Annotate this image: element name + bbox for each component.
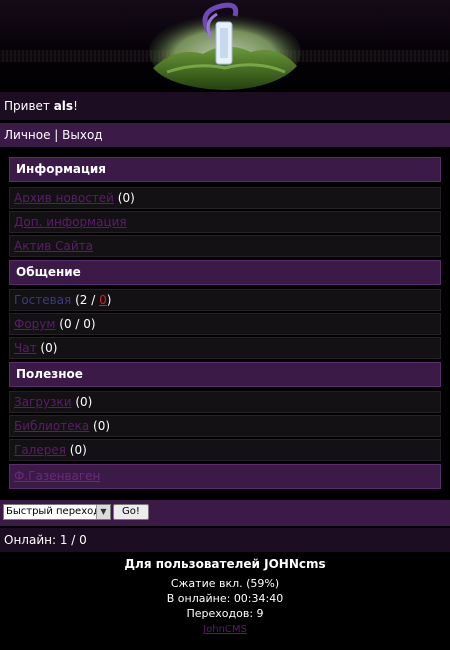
forum-count: (0 / 0) xyxy=(55,317,96,331)
footer-title: Для пользователей JOHNcms xyxy=(124,557,326,571)
quick-nav-bar: Быстрый переход ▼ Go! xyxy=(0,500,450,526)
greeting-prefix: Привет xyxy=(4,99,54,113)
extra-info-link[interactable]: Доп. информация xyxy=(14,215,127,229)
user-menu-bar: Личное | Выход xyxy=(0,123,450,147)
site-asset-link[interactable]: Актив Сайта xyxy=(14,239,93,253)
logout-link[interactable]: Выход xyxy=(62,128,102,142)
quick-nav-select[interactable]: Быстрый переход ▼ xyxy=(3,504,111,520)
site-footer: Для пользователей JOHNcms Сжатие вкл. (5… xyxy=(0,552,450,637)
main-menu-panel: Информация Архив новостей (0) Доп. инфор… xyxy=(5,150,445,495)
menu-item-news-archive: Архив новостей (0) xyxy=(9,187,441,209)
quick-nav-selected: Быстрый переход xyxy=(6,506,101,517)
menu-item-forum: Форум (0 / 0) xyxy=(9,313,441,335)
guestbook-count-open: (2 / xyxy=(71,293,100,307)
menu-item-chat: Чат (0) xyxy=(9,337,441,359)
chat-count: (0) xyxy=(36,341,58,355)
greeting-suffix: ! xyxy=(73,99,78,113)
gallery-link[interactable]: Галерея xyxy=(14,443,66,457)
menu-item-gallery: Галерея (0) xyxy=(9,439,441,461)
user-menu-separator: | xyxy=(50,128,63,142)
extra-link[interactable]: Ф.Газенваген xyxy=(14,469,100,483)
downloads-count: (0) xyxy=(71,395,93,409)
menu-item-downloads: Загрузки (0) xyxy=(9,391,441,413)
compression-status: Сжатие вкл. (59%) xyxy=(170,577,280,590)
news-archive-count: (0) xyxy=(113,191,135,205)
go-button[interactable]: Go! xyxy=(113,504,149,520)
menu-item-site-asset: Актив Сайта xyxy=(9,235,441,257)
library-count: (0) xyxy=(89,419,111,433)
downloads-link[interactable]: Загрузки xyxy=(14,395,72,409)
online-time: В онлайне: 00:34:40 xyxy=(166,592,284,605)
chevron-down-icon[interactable]: ▼ xyxy=(96,505,110,519)
personal-link[interactable]: Личное xyxy=(4,128,50,142)
menu-item-library: Библиотека (0) xyxy=(9,415,441,437)
transitions-count: Переходов: 9 xyxy=(186,607,264,620)
forum-link[interactable]: Форум xyxy=(14,317,55,331)
menu-item-extra-info: Доп. информация xyxy=(9,211,441,233)
menu-item-guestbook: Гостевая (2 / 0) xyxy=(9,289,441,311)
section-useful-header: Полезное xyxy=(9,362,441,387)
section-chat-header: Общение xyxy=(9,260,441,285)
site-header xyxy=(0,0,450,92)
news-archive-link[interactable]: Архив новостей xyxy=(14,191,114,205)
guestbook-new-count[interactable]: 0 xyxy=(99,293,107,307)
menu-item-extra-link: Ф.Газенваген xyxy=(9,464,441,489)
library-link[interactable]: Библиотека xyxy=(14,419,89,433)
online-counter: Онлайн: 1 / 0 xyxy=(0,528,450,552)
username: als xyxy=(53,99,74,113)
greeting-bar: Привет als! xyxy=(0,92,450,120)
guestbook-link[interactable]: Гостевая xyxy=(14,293,71,307)
gallery-count: (0) xyxy=(65,443,87,457)
johncms-link[interactable]: JohnCMS xyxy=(203,624,247,635)
guestbook-count-close: ) xyxy=(106,293,112,307)
site-logo[interactable] xyxy=(147,2,303,92)
chat-link[interactable]: Чат xyxy=(14,341,37,355)
section-info-header: Информация xyxy=(9,157,441,182)
